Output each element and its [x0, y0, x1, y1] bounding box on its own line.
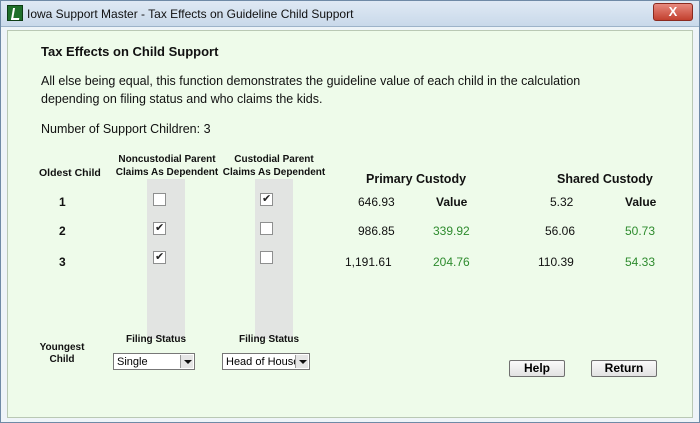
noncustodial-filing-status-value: Single [117, 356, 148, 368]
shared-custody-value: 54.33 [625, 255, 656, 269]
custodial-filing-status-select[interactable]: Head of House [222, 353, 310, 370]
child-number: 1 [59, 195, 66, 209]
primary-custody-amount: 1,191.61 [345, 255, 392, 269]
child-number: 2 [59, 224, 66, 238]
oldest-child-label: Oldest Child [39, 167, 101, 179]
return-button[interactable]: Return [591, 360, 657, 377]
youngest-child-label-line2: Child [49, 354, 75, 365]
custodial-claims-checkbox[interactable] [260, 222, 273, 235]
custodial-claims-checkbox[interactable] [260, 192, 273, 206]
custodial-header-line2: Claims As Dependent [222, 167, 326, 178]
support-children-count: Number of Support Children: 3 [41, 122, 211, 136]
chevron-down-icon[interactable] [295, 355, 308, 368]
custodial-filing-status-value: Head of House [226, 356, 300, 368]
child-number: 3 [59, 255, 66, 269]
shared-custody-amount: 5.32 [550, 195, 574, 209]
primary-custody-amount: 986.85 [358, 224, 395, 238]
close-button[interactable]: X [653, 3, 693, 21]
custodial-filing-status-label: Filing Status [239, 334, 299, 345]
noncustodial-claims-checkbox[interactable] [153, 250, 166, 264]
shared-custody-value: 50.73 [625, 224, 656, 238]
noncustodial-header-line1: Noncustodial Parent [118, 154, 216, 165]
chevron-down-icon[interactable] [180, 355, 193, 368]
youngest-child-label-line1: Youngest [39, 342, 85, 353]
noncustodial-filing-status-select[interactable]: Single [113, 353, 195, 370]
primary-custody-amount: 646.93 [358, 195, 395, 209]
primary-custody-value: 339.92 [433, 224, 470, 238]
shared-custody-amount: 110.39 [538, 255, 574, 269]
content-panel: Tax Effects on Child Support All else be… [7, 30, 693, 418]
custodial-header-line1: Custodial Parent [234, 154, 314, 165]
app-logo-icon [7, 5, 23, 21]
primary-custody-header: Primary Custody [366, 172, 467, 186]
primary-custody-value: 204.76 [433, 255, 470, 269]
page-description: All else being equal, this function demo… [41, 74, 581, 106]
page-heading: Tax Effects on Child Support [41, 44, 219, 59]
noncustodial-header-line2: Claims As Dependent [115, 167, 219, 178]
app-window: Iowa Support Master - Tax Effects on Gui… [0, 0, 700, 423]
window-title: Iowa Support Master - Tax Effects on Gui… [27, 7, 354, 21]
custodial-claims-checkbox[interactable] [260, 251, 273, 264]
title-bar[interactable]: Iowa Support Master - Tax Effects on Gui… [1, 1, 699, 27]
shared-custody-value: Value [625, 195, 657, 209]
noncustodial-filing-status-label: Filing Status [126, 334, 186, 345]
noncustodial-claims-checkbox[interactable] [153, 221, 166, 235]
shared-custody-amount: 56.06 [545, 224, 576, 238]
help-button[interactable]: Help [509, 360, 565, 377]
noncustodial-claims-checkbox[interactable] [153, 193, 166, 206]
primary-custody-value: Value [436, 195, 468, 209]
shared-custody-header: Shared Custody [557, 172, 653, 186]
